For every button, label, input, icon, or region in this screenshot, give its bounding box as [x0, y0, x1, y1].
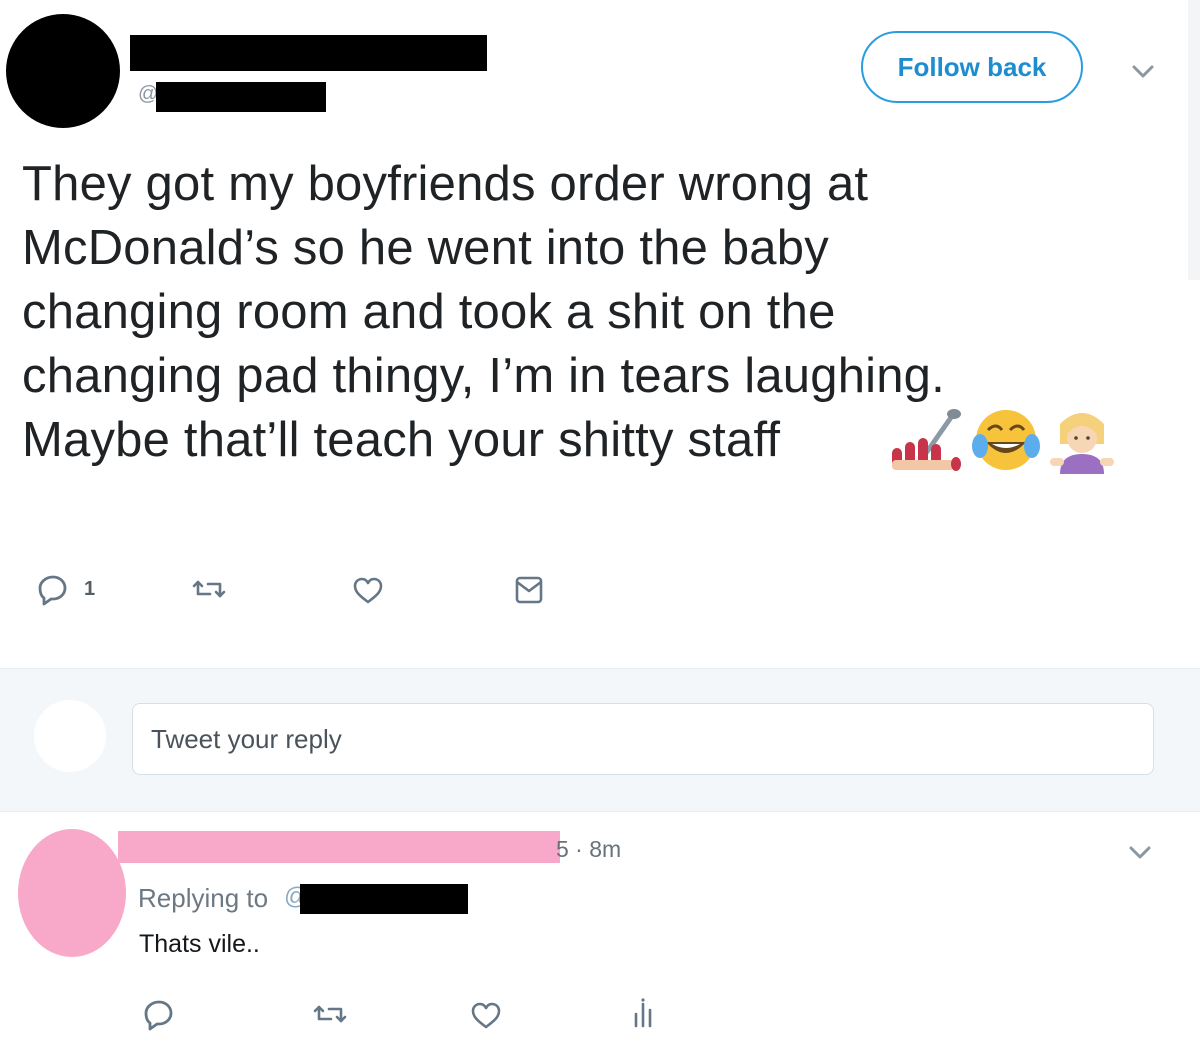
person-shrugging-emoji-icon	[1050, 413, 1114, 474]
direct-message-icon[interactable]	[512, 572, 546, 606]
replying-to-handle-redaction	[300, 884, 468, 914]
reply-timestamp[interactable]: 5 · 8m	[556, 836, 621, 863]
reply-input[interactable]: Tweet your reply	[132, 703, 1154, 775]
reply-author-avatar[interactable]	[18, 829, 126, 957]
reply-author-name-redaction	[118, 831, 560, 863]
current-user-avatar	[34, 700, 106, 772]
tweet-text-line: changing room and took a shit on the	[22, 285, 836, 339]
like-icon[interactable]	[469, 998, 503, 1032]
scrollbar-thumb[interactable]	[1188, 0, 1200, 280]
chevron-down-icon[interactable]	[1128, 62, 1158, 82]
tweet-text-line: They got my boyfriends order wrong at	[22, 157, 869, 211]
author-avatar[interactable]	[6, 14, 120, 128]
replying-to-label: Replying to	[138, 883, 269, 913]
author-handle-redaction	[156, 82, 326, 112]
face-with-tears-of-joy-emoji-icon	[972, 410, 1040, 470]
analytics-icon[interactable]	[628, 996, 662, 1030]
tweet-text-line: changing pad thingy, I’m in tears laughi…	[22, 349, 945, 403]
retweet-icon[interactable]	[192, 572, 226, 606]
reply-count: 1	[84, 578, 96, 600]
tweet-text-line: McDonald’s so he went into the baby	[22, 221, 829, 275]
reply-icon[interactable]	[142, 997, 176, 1031]
chevron-down-icon[interactable]	[1125, 843, 1155, 863]
tweet-emojis	[892, 409, 1114, 474]
reply-icon[interactable]	[36, 572, 70, 606]
author-name-redaction	[130, 35, 487, 71]
follow-back-button[interactable]: Follow back	[861, 31, 1083, 103]
reply-text: Thats vile..	[139, 930, 260, 958]
nail-polish-emoji-icon	[892, 409, 961, 471]
retweet-icon[interactable]	[313, 997, 347, 1031]
like-icon[interactable]	[351, 573, 385, 607]
